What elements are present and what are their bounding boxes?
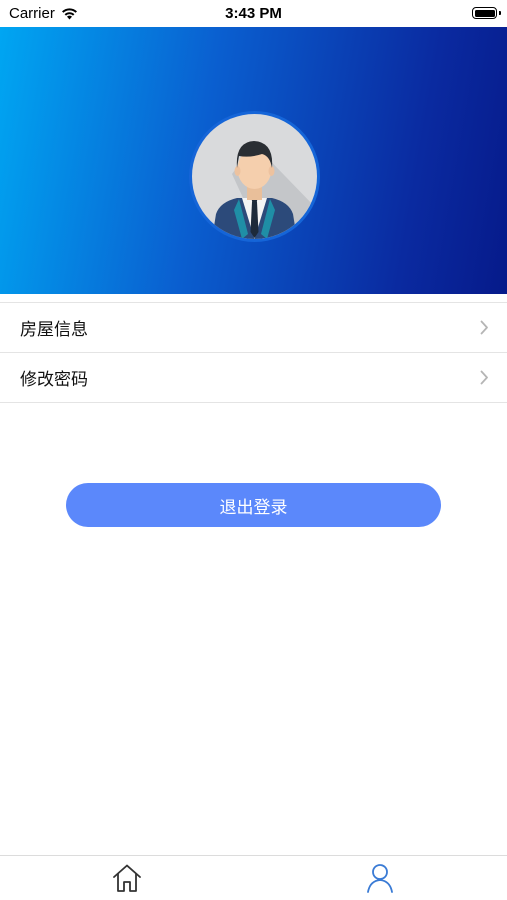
person-icon (367, 864, 393, 893)
tab-home[interactable] (110, 861, 144, 895)
chevron-right-icon (480, 370, 488, 385)
menu-item-house-info[interactable]: 房屋信息 (0, 303, 507, 353)
status-bar: Carrier 3:43 PM (0, 0, 507, 27)
status-time: 3:43 PM (225, 5, 282, 22)
battery-icon (472, 7, 497, 19)
businessman-avatar-icon (192, 114, 317, 239)
menu-item-change-password[interactable]: 修改密码 (0, 353, 507, 403)
battery-fill (474, 9, 495, 17)
settings-menu: 房屋信息 修改密码 (0, 302, 507, 403)
menu-item-label: 修改密码 (20, 370, 88, 389)
profile-header (0, 27, 507, 294)
home-icon (113, 864, 141, 892)
profile-screen: Carrier 3:43 PM 房屋信息 修改密码 退出登录 (0, 0, 507, 900)
chevron-right-icon (480, 320, 488, 335)
avatar[interactable] (189, 111, 320, 242)
logout-button[interactable]: 退出登录 (66, 483, 441, 527)
battery-cap (499, 11, 501, 15)
tab-bar (0, 855, 507, 900)
menu-item-label: 房屋信息 (20, 320, 88, 339)
tab-profile[interactable] (363, 861, 397, 895)
